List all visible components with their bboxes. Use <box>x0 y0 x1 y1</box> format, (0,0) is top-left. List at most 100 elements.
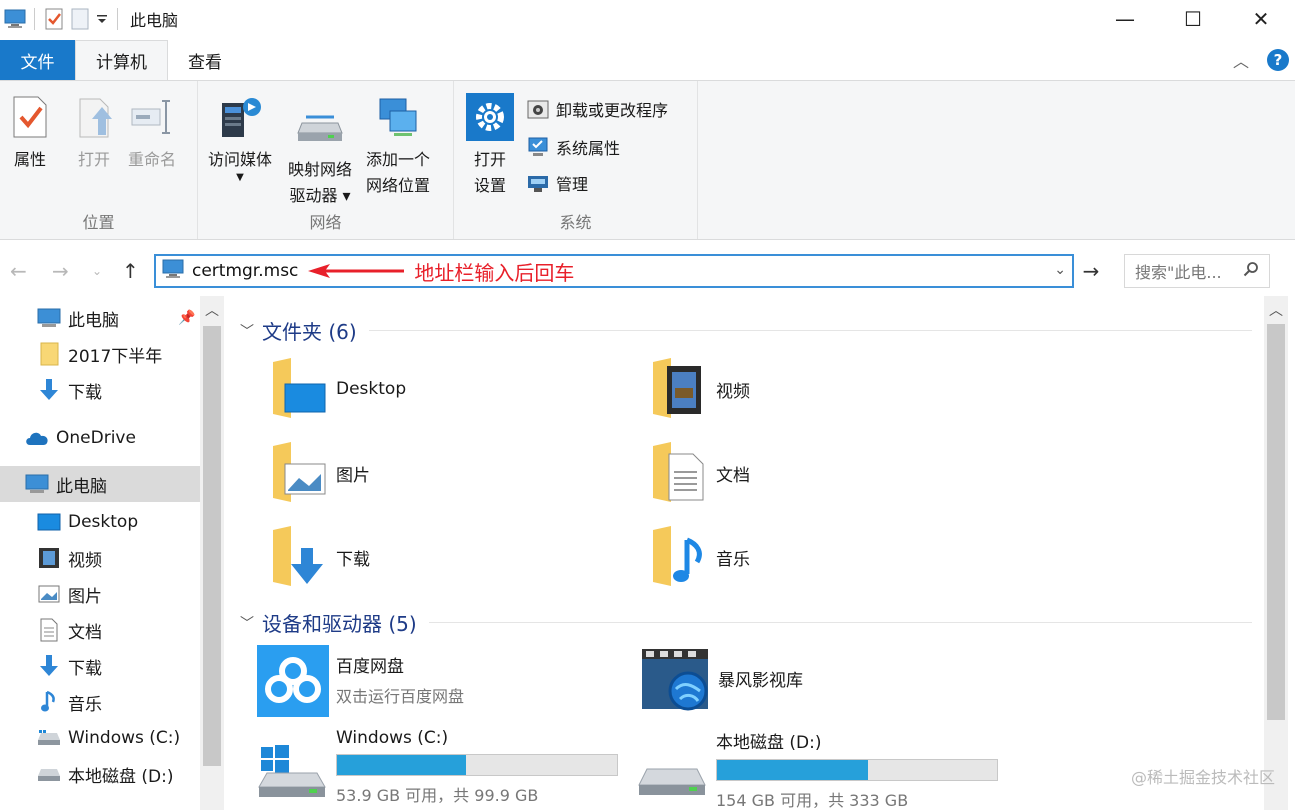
sidebar-item-pictures[interactable]: 图片 <box>0 576 200 612</box>
folder-documents[interactable]: 文档 <box>646 440 750 506</box>
folder-videos[interactable]: 视频 <box>646 356 750 422</box>
ribbon-collapse-icon[interactable]: ︿ <box>1233 48 1249 72</box>
baidu-netdisk-icon <box>256 644 330 718</box>
sidebar-item-downloads[interactable]: 下载 <box>0 648 200 684</box>
scroll-up-icon[interactable]: ︿ <box>200 300 224 320</box>
chevron-down-icon[interactable]: ⌄ <box>1054 262 1066 278</box>
watermark: @稀土掘金技术社区 <box>1130 768 1275 787</box>
properties-button[interactable]: 属性 <box>6 93 54 173</box>
scrollbar-thumb[interactable] <box>203 326 221 766</box>
folders-section-header[interactable]: ﹀ 文件夹 (6) <box>240 316 1252 345</box>
navigation-bar: ← → ⌄ ↑ certmgr.msc 地址栏输入后回车 ⌄ → 搜索"此电..… <box>0 250 1295 292</box>
divider <box>34 8 35 30</box>
pin-icon[interactable]: 📌 <box>178 310 195 326</box>
go-button[interactable]: → <box>1076 256 1106 286</box>
sidebar-item-this-pc-pinned[interactable]: 此电脑 📌 <box>0 300 200 336</box>
chevron-down-icon: ▼ <box>236 172 244 183</box>
open-button[interactable]: 打开 <box>70 93 118 173</box>
properties-icon <box>6 93 54 141</box>
rename-button[interactable]: 重命名 <box>128 93 176 173</box>
desktop-icon <box>36 509 62 535</box>
address-input[interactable]: certmgr.msc <box>192 261 298 281</box>
scroll-up-icon[interactable]: ︿ <box>1264 300 1288 320</box>
device-description: 双击运行百度网盘 <box>336 687 465 706</box>
address-bar[interactable]: certmgr.msc 地址栏输入后回车 ⌄ <box>154 254 1074 288</box>
back-button[interactable]: ← <box>10 256 27 286</box>
group-label: 网络 <box>309 213 342 232</box>
help-icon[interactable]: ? <box>1267 49 1289 71</box>
sidebar-item-videos[interactable]: 视频 <box>0 540 200 576</box>
up-button[interactable]: ↑ <box>122 256 139 286</box>
drive-space: 53.9 GB 可用，共 99.9 GB <box>336 786 539 805</box>
new-folder-icon[interactable] <box>67 6 93 32</box>
media-server-icon <box>216 93 264 141</box>
pc-icon[interactable] <box>2 6 28 32</box>
device-name: 暴风影视库 <box>718 671 803 691</box>
sidebar-item-desktop[interactable]: Desktop <box>0 504 200 540</box>
content-scrollbar[interactable]: ︿ <box>1264 296 1288 810</box>
sidebar-item-drive-d[interactable]: 本地磁盘 (D:) <box>0 756 200 792</box>
tab-computer[interactable]: 计算机 <box>75 40 168 80</box>
sidebar-item-2017[interactable]: 2017下半年 <box>0 336 200 372</box>
folder-pictures[interactable]: 图片 <box>266 440 370 506</box>
forward-button[interactable]: → <box>52 256 69 286</box>
open-settings-button[interactable]: 打开 设置 <box>466 93 514 199</box>
device-baidu-netdisk[interactable]: 百度网盘 双击运行百度网盘 <box>256 644 464 718</box>
gear-icon <box>466 93 514 141</box>
maximize-button[interactable]: ☐ <box>1159 0 1227 38</box>
sidebar-item-drive-c[interactable]: Windows (C:) <box>0 720 200 756</box>
tab-view[interactable]: 查看 <box>168 40 242 80</box>
video-folder-icon <box>646 356 712 422</box>
sidebar-item-music[interactable]: 音乐 <box>0 684 200 720</box>
search-input[interactable]: 搜索"此电... <box>1124 254 1270 288</box>
music-folder-icon <box>646 524 712 590</box>
properties-icon[interactable] <box>41 6 67 32</box>
drive-icon <box>36 725 62 751</box>
cloud-icon <box>24 425 50 451</box>
divider <box>368 330 1252 331</box>
storm-video-icon <box>638 644 712 718</box>
video-icon <box>36 545 62 571</box>
chevron-down-icon[interactable] <box>93 6 111 32</box>
quick-access-toolbar <box>0 0 124 38</box>
chevron-down-icon: ﹀ <box>240 615 254 632</box>
uninstall-programs-button[interactable]: 卸载或更改程序 <box>526 97 668 121</box>
rename-icon <box>128 93 176 141</box>
drive-usage-fill <box>717 760 869 780</box>
device-storm-video[interactable]: 暴风影视库 <box>638 644 803 718</box>
sidebar-item-this-pc[interactable]: 此电脑 <box>0 466 200 502</box>
folder-music[interactable]: 音乐 <box>646 524 750 590</box>
divider <box>117 8 118 30</box>
music-icon <box>36 689 62 715</box>
folder-downloads[interactable]: 下载 <box>266 524 370 590</box>
map-network-drive-button[interactable]: 映射网络 驱动器 ▾ <box>288 103 352 209</box>
tab-file[interactable]: 文件 <box>0 40 75 80</box>
system-properties-icon <box>526 135 550 159</box>
close-button[interactable]: ✕ <box>1227 0 1295 38</box>
group-network: 访问媒体 ▼ 映射网络 驱动器 ▾ 添加一个 网络位置 网络 <box>198 81 454 239</box>
access-media-button[interactable]: 访问媒体 ▼ <box>208 93 272 183</box>
document-icon <box>36 617 62 643</box>
drive-d[interactable]: 本地磁盘 (D:) 154 GB 可用，共 333 GB <box>636 728 998 810</box>
manage-button[interactable]: 管理 <box>526 171 588 195</box>
devices-section-header[interactable]: ﹀ 设备和驱动器 (5) <box>240 608 1252 637</box>
system-properties-button[interactable]: 系统属性 <box>526 135 620 159</box>
folder-desktop[interactable]: Desktop <box>266 356 406 422</box>
drive-icon <box>36 761 62 787</box>
drive-usage-bar <box>716 759 998 781</box>
ribbon: 属性 打开 重命名 位置 访问媒体 ▼ 映射网络 驱动器 ▾ 添加一个 网络位置… <box>0 80 1295 240</box>
sidebar-item-onedrive[interactable]: OneDrive <box>0 420 200 456</box>
folder-icon <box>36 341 62 367</box>
chevron-down-icon: ﹀ <box>240 323 254 340</box>
scrollbar-thumb[interactable] <box>1267 324 1285 720</box>
sidebar-item-downloads-quick[interactable]: 下载 <box>0 372 200 408</box>
group-system: 打开 设置 卸载或更改程序 系统属性 管理 系统 <box>454 81 698 239</box>
add-network-location-button[interactable]: 添加一个 网络位置 <box>366 93 430 199</box>
sidebar-scrollbar[interactable]: ︿ <box>200 296 224 810</box>
drive-name: Windows (C:) <box>336 728 449 748</box>
divider <box>428 622 1252 623</box>
drive-c[interactable]: Windows (C:) 53.9 GB 可用，共 99.9 GB <box>256 728 618 806</box>
sidebar-item-documents[interactable]: 文档 <box>0 612 200 648</box>
recent-locations-button[interactable]: ⌄ <box>92 256 102 286</box>
minimize-button[interactable]: — <box>1091 0 1159 38</box>
